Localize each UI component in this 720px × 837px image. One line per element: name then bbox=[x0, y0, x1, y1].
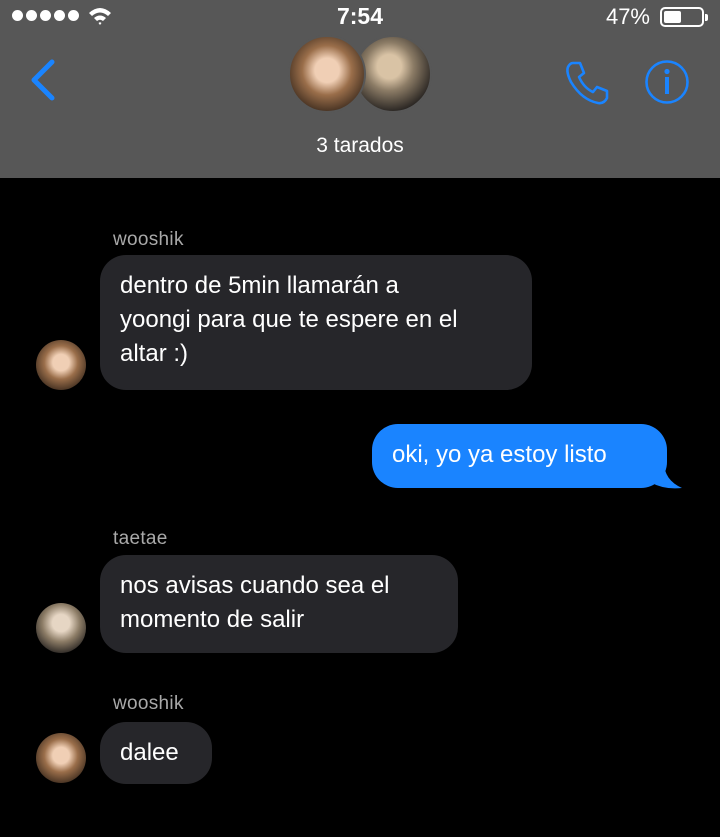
message-bubble-outgoing[interactable]: oki, yo ya estoy listo bbox=[372, 424, 667, 488]
sender-name: wooshik bbox=[113, 229, 184, 250]
message-text: dalee bbox=[120, 739, 179, 766]
battery-icon bbox=[660, 7, 708, 27]
message-text: dentro de 5min llamarán a bbox=[120, 272, 399, 299]
message-text: nos avisas cuando sea el bbox=[120, 572, 390, 599]
group-name[interactable]: 3 tarados bbox=[0, 134, 720, 158]
message-bubble-incoming[interactable]: nos avisas cuando sea el momento de sali… bbox=[100, 555, 458, 653]
sender-name: taetae bbox=[113, 528, 168, 549]
avatar[interactable] bbox=[36, 603, 86, 653]
group-avatars[interactable] bbox=[288, 35, 434, 115]
status-bar: 7:54 47% bbox=[0, 0, 720, 34]
sender-name: wooshik bbox=[113, 693, 184, 714]
conversation-header: 7:54 47% 3 tarados bbox=[0, 0, 720, 178]
message-text: yoongi para que te espere en el bbox=[120, 306, 458, 333]
message-bubble-incoming[interactable]: dentro de 5min llamarán a yoongi para qu… bbox=[100, 255, 532, 390]
back-chevron-icon[interactable] bbox=[26, 58, 60, 102]
info-icon[interactable] bbox=[644, 59, 690, 105]
message-text: momento de salir bbox=[120, 606, 305, 633]
bubble-tail bbox=[650, 462, 682, 489]
avatar[interactable] bbox=[36, 733, 86, 783]
phone-icon[interactable] bbox=[562, 58, 612, 108]
message-bubble-incoming[interactable]: dalee bbox=[100, 722, 212, 784]
avatar[interactable] bbox=[36, 340, 86, 390]
message-text: oki, yo ya estoy listo bbox=[392, 441, 607, 468]
avatar bbox=[288, 35, 366, 113]
battery-percentage: 47% bbox=[605, 4, 650, 29]
message-text: altar :) bbox=[120, 340, 189, 367]
